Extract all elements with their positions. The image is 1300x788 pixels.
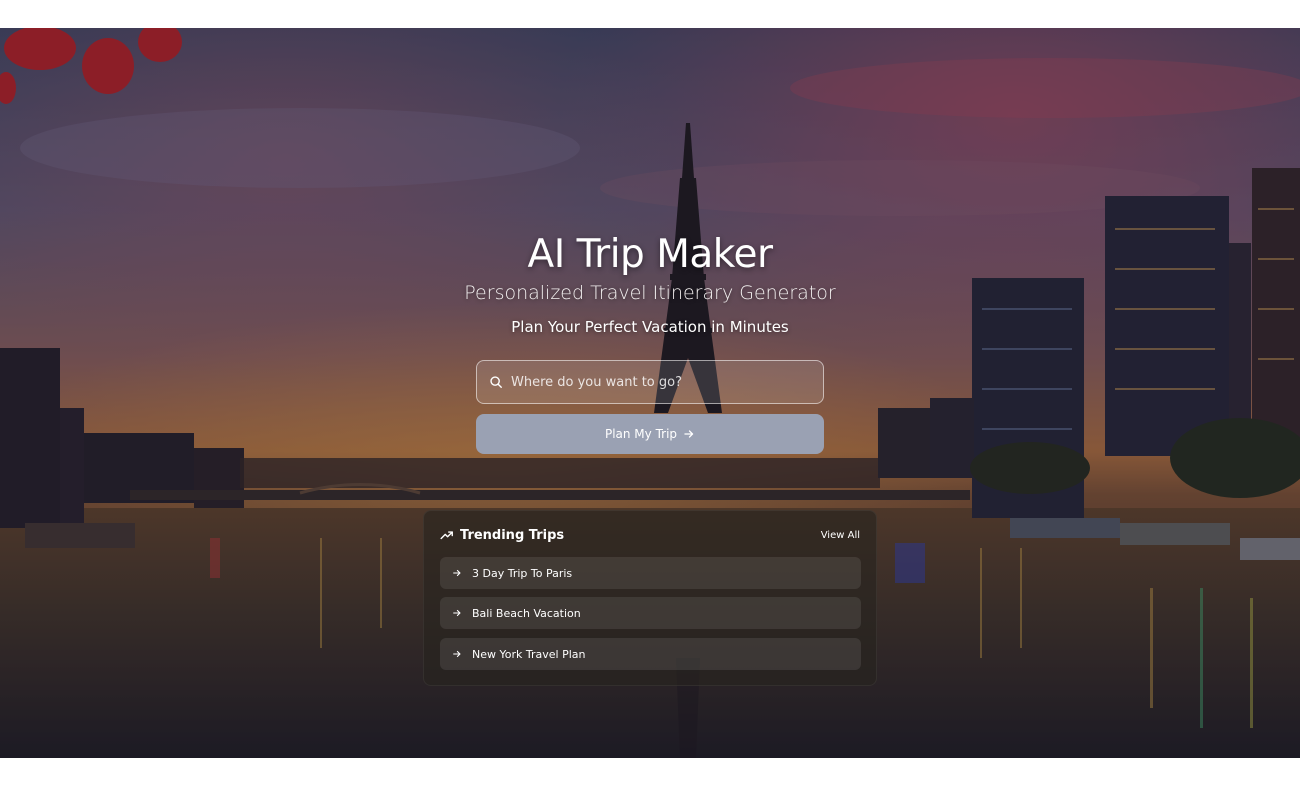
trending-trip-item[interactable]: Bali Beach Vacation [440, 597, 861, 629]
search-box[interactable] [476, 360, 824, 404]
trending-trips-title: Trending Trips [460, 527, 565, 543]
page-subtitle: Personalized Travel Itinerary Generator [464, 282, 836, 304]
trending-trips-header: Trending Trips View All [440, 525, 860, 545]
plan-my-trip-button[interactable]: Plan My Trip [476, 414, 824, 454]
trending-trips-heading: Trending Trips [440, 528, 564, 543]
search-icon [490, 376, 502, 388]
arrow-right-icon [453, 569, 461, 577]
plan-my-trip-label: Plan My Trip [604, 427, 678, 441]
destination-search-input[interactable] [511, 362, 823, 402]
arrow-right-icon [453, 650, 461, 658]
trending-trip-label: 3 Day Trip To Paris [472, 566, 573, 580]
arrow-right-icon [684, 430, 694, 438]
trending-trip-label: Bali Beach Vacation [472, 606, 581, 620]
view-all-link[interactable]: View All [821, 530, 860, 541]
trending-trip-item[interactable]: 3 Day Trip To Paris [440, 557, 861, 589]
hero-content: AI Trip Maker Personalized Travel Itiner… [0, 28, 1300, 758]
hero-section: AI Trip Maker Personalized Travel Itiner… [0, 28, 1300, 758]
page-tagline: Plan Your Perfect Vacation in Minutes [511, 318, 789, 336]
trending-trips-panel: Trending Trips View All 3 Day Trip To Pa… [423, 510, 877, 686]
page-title: AI Trip Maker [527, 232, 773, 277]
trending-trip-item[interactable]: New York Travel Plan [440, 638, 861, 670]
trending-trip-label: New York Travel Plan [472, 647, 586, 661]
arrow-right-icon [453, 609, 461, 617]
trending-up-icon [440, 531, 453, 540]
